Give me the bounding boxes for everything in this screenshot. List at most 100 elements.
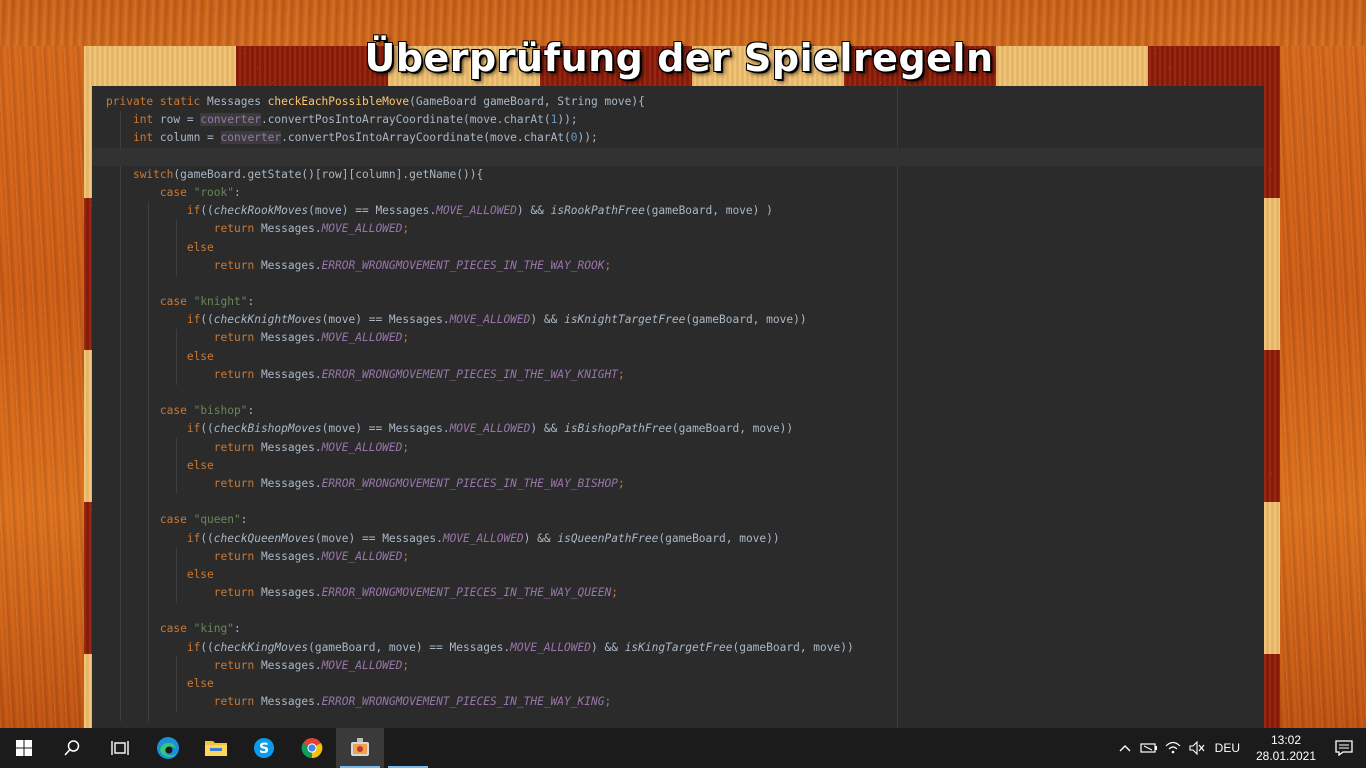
code-token: MOVE_ALLOWED <box>321 549 403 563</box>
code-token: (gameBoard, move)) <box>671 422 794 436</box>
code-text-area[interactable]: private static Messages checkEachPossibl… <box>92 93 1264 711</box>
code-token: ; <box>611 586 618 600</box>
code-line: private static Messages checkEachPossibl… <box>106 93 854 111</box>
code-token: case <box>159 622 194 636</box>
code-token: return <box>213 440 261 454</box>
code-token: (GameBoard gameBoard, String move){ <box>409 95 645 108</box>
code-token: ; <box>402 658 410 672</box>
code-token: (gameBoard, move)) <box>685 313 807 327</box>
slide-title: Überprüfung der Spielregeln <box>364 36 994 80</box>
taskbar-empty-slot[interactable] <box>384 728 432 768</box>
code-token: (( <box>200 204 214 218</box>
code-token: (move.charAt( <box>463 113 551 127</box>
input-language-indicator[interactable]: DEU <box>1215 741 1240 755</box>
code-token: (move.charAt( <box>483 131 571 145</box>
code-token: isQueenPathFree <box>557 531 659 545</box>
code-token: (gameBoard, move) ) <box>644 204 773 218</box>
code-token: ; <box>402 331 410 345</box>
code-token: MOVE_ALLOWED <box>449 422 531 436</box>
code-token: MOVE_ALLOWED <box>321 440 403 454</box>
code-token: row = <box>159 113 201 127</box>
code-line: if((checkKnightMoves(move) == Messages.M… <box>106 311 854 329</box>
code-line: else <box>106 457 854 475</box>
code-line: return Messages.MOVE_ALLOWED; <box>106 329 854 347</box>
battery-icon[interactable] <box>1137 728 1161 768</box>
code-token: MOVE_ALLOWED <box>442 531 524 545</box>
code-token: return <box>213 695 261 709</box>
code-line: else <box>106 348 854 366</box>
skype-button[interactable]: S <box>240 728 288 768</box>
code-line: else <box>106 566 854 584</box>
code-token: ; <box>617 367 625 381</box>
code-line: if((checkQueenMoves(move) == Messages.MO… <box>106 530 854 548</box>
code-token: return <box>213 586 261 600</box>
wifi-icon[interactable] <box>1161 728 1185 768</box>
skype-icon: S <box>254 738 274 758</box>
code-token: : <box>240 513 248 527</box>
code-token: ; <box>617 476 625 490</box>
code-token: else <box>186 567 214 581</box>
code-line <box>92 147 1264 166</box>
code-token: (( <box>200 640 214 654</box>
code-token: MOVE_ALLOWED <box>436 204 517 218</box>
code-line: case "king": <box>106 620 854 638</box>
code-token: "bishop" <box>193 404 248 418</box>
code-token: : <box>247 404 255 418</box>
file-explorer-button[interactable] <box>192 728 240 768</box>
code-token: checkBishopMoves <box>213 422 322 436</box>
clock-date: 28.01.2021 <box>1255 749 1317 763</box>
code-token: checkKnightMoves <box>213 313 322 327</box>
speaker-muted-icon[interactable] <box>1185 728 1209 768</box>
edge-button[interactable] <box>144 728 192 768</box>
chrome-icon <box>301 738 323 759</box>
code-line: if((checkRookMoves(move) == Messages.MOV… <box>106 202 854 220</box>
code-token: "knight" <box>193 295 248 309</box>
code-line: else <box>106 675 854 693</box>
code-line: return Messages.ERROR_WRONGMOVEMENT_PIEC… <box>106 584 854 602</box>
code-token: else <box>186 677 214 690</box>
code-token: )); <box>577 131 598 145</box>
code-token: int <box>132 131 160 145</box>
chrome-button[interactable] <box>288 728 336 768</box>
presentation-app-button[interactable] <box>336 728 384 768</box>
code-line: return Messages.ERROR_WRONGMOVEMENT_PIEC… <box>106 693 854 711</box>
presentation-icon <box>351 738 369 756</box>
chevron-up-icon[interactable] <box>1113 728 1137 768</box>
clock[interactable]: 13:02 28.01.2021 <box>1250 732 1322 764</box>
code-line: if((checkKingMoves(gameBoard, move) == M… <box>106 639 854 657</box>
code-line: return Messages.ERROR_WRONGMOVEMENT_PIEC… <box>106 257 854 275</box>
search-icon <box>64 740 80 756</box>
code-token: ; <box>604 695 612 709</box>
code-token: Messages. <box>260 331 322 345</box>
windows-logo-icon <box>16 740 32 756</box>
windows-taskbar: S DEU 13:02 28.01.2021 <box>0 728 1366 768</box>
code-token: ERROR_WRONGMOVEMENT_PIECES_IN_THE_WAY_QU… <box>321 586 612 600</box>
code-token: ERROR_WRONGMOVEMENT_PIECES_IN_THE_WAY_KN… <box>321 367 618 381</box>
code-editor-panel: private static Messages checkEachPossibl… <box>92 86 1264 728</box>
action-center-button[interactable] <box>1322 728 1366 768</box>
start-button[interactable] <box>0 728 48 768</box>
search-button[interactable] <box>48 728 96 768</box>
code-line: case "rook": <box>106 184 854 202</box>
code-token: MOVE_ALLOWED <box>321 222 403 236</box>
code-token: Messages. <box>260 367 322 381</box>
code-token: int <box>132 113 160 127</box>
svg-text:S: S <box>259 741 269 757</box>
code-token: : <box>234 185 241 199</box>
task-view-button[interactable] <box>96 728 144 768</box>
code-token: "queen" <box>193 513 241 527</box>
code-token: isBishopPathFree <box>564 422 672 436</box>
code-token: "rook" <box>193 185 234 199</box>
